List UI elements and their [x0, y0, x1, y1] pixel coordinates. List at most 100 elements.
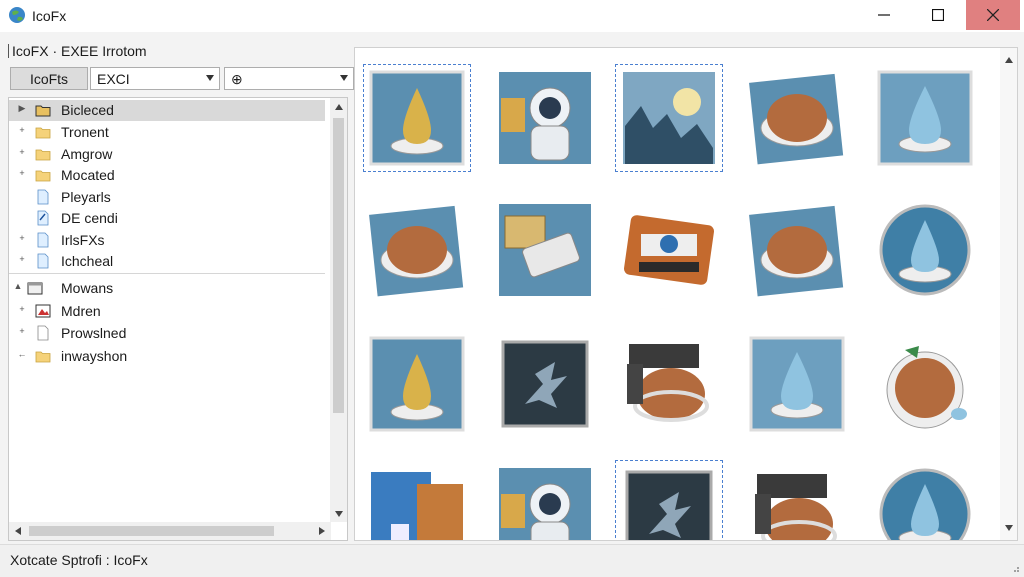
- water-drop-icon: [749, 336, 845, 432]
- tree-item-label: Mocated: [61, 167, 115, 183]
- tree-expander-icon[interactable]: +: [17, 254, 27, 264]
- tree-item-label: Mowans: [61, 280, 114, 296]
- water-drop-icon: [877, 70, 973, 166]
- tree-item-label: inwayshon: [61, 348, 128, 364]
- close-button[interactable]: [966, 0, 1020, 30]
- scroll-left-button[interactable]: [9, 522, 27, 540]
- flame-droplet-icon: [369, 70, 465, 166]
- tree-item[interactable]: Pleyarls: [9, 187, 325, 208]
- gallery-item[interactable]: [615, 64, 723, 172]
- image-icon: [35, 304, 51, 318]
- gallery-item[interactable]: [495, 464, 595, 540]
- gallery-item[interactable]: [495, 200, 595, 300]
- tree-item[interactable]: + Mocated: [9, 165, 325, 186]
- gallery-item[interactable]: [747, 200, 847, 300]
- tree-expander-icon[interactable]: +: [17, 168, 27, 178]
- target-icon: ⊕: [231, 71, 243, 87]
- tree-expander-icon[interactable]: +: [17, 147, 27, 157]
- bread-bowl-icon: [749, 73, 844, 165]
- gallery-item[interactable]: [367, 200, 467, 300]
- scroll-thumb[interactable]: [333, 118, 344, 413]
- folder-icon: [35, 351, 51, 363]
- gallery-item[interactable]: [367, 464, 467, 540]
- folder-tree[interactable]: ▶ Bicleced + Tronent + Amgrow + Mocated Pleyarls…: [8, 97, 348, 541]
- chevron-down-icon: [334, 510, 343, 517]
- tree-item[interactable]: + Tronent: [9, 122, 325, 143]
- scroll-down-button[interactable]: [1000, 522, 1017, 534]
- tree-item-label: Bicleced: [61, 102, 114, 118]
- folder-icon: [35, 149, 51, 161]
- chevron-right-icon: [319, 527, 325, 535]
- chevron-down-icon: [340, 75, 348, 81]
- flame-droplet-icon: [369, 336, 465, 432]
- chevron-left-icon: [15, 527, 21, 535]
- gallery-scrollbar[interactable]: [1000, 48, 1017, 540]
- shatter-icon: [625, 470, 713, 540]
- minimize-icon: [878, 14, 890, 16]
- tree-expander-icon[interactable]: ▶: [17, 103, 27, 114]
- maximize-button[interactable]: [916, 0, 960, 30]
- tree-item[interactable]: + IrlsFXs: [9, 230, 325, 251]
- tree-expander-icon[interactable]: +: [17, 125, 27, 135]
- gallery-item[interactable]: [619, 334, 719, 434]
- tree-expander-icon[interactable]: +: [17, 304, 27, 314]
- status-bar: Xotcate Sptrofi : IcoFx: [0, 544, 1024, 577]
- tree-expander-icon[interactable]: +: [17, 233, 27, 243]
- gallery-item[interactable]: [747, 334, 847, 434]
- icon-gallery[interactable]: [354, 47, 1018, 541]
- resize-grip-icon[interactable]: [1010, 563, 1020, 573]
- close-icon: [987, 9, 999, 21]
- filter-dropdown[interactable]: ⊕: [224, 67, 354, 90]
- tree-expander-icon[interactable]: ←: [17, 349, 27, 359]
- status-text: Xotcate Sptrofi : IcoFx: [10, 552, 148, 568]
- gallery-item[interactable]: [747, 464, 847, 540]
- astronaut-icon: [499, 72, 591, 164]
- scroll-thumb[interactable]: [29, 526, 274, 536]
- tree-expander-icon[interactable]: ▲: [13, 281, 23, 291]
- gallery-item[interactable]: [875, 464, 975, 540]
- gallery-item[interactable]: [747, 68, 847, 168]
- file-check-icon: [37, 210, 49, 226]
- breadcrumb: IcoFX · EXEE Irrotom: [0, 40, 350, 62]
- tree-item[interactable]: ▲ Mowans: [9, 278, 325, 299]
- gallery-item[interactable]: [875, 334, 975, 434]
- gallery-item[interactable]: [615, 460, 723, 540]
- scroll-right-button[interactable]: [313, 522, 331, 540]
- gallery-item[interactable]: [363, 64, 471, 172]
- tree-item[interactable]: + Prowslned: [9, 323, 325, 344]
- tree-vertical-scrollbar[interactable]: [330, 98, 347, 522]
- gallery-item[interactable]: [495, 68, 595, 168]
- scroll-up-button[interactable]: [1000, 54, 1017, 66]
- water-drop-round-icon: [879, 468, 971, 540]
- chip-bread-icon: [627, 344, 709, 422]
- gallery-item[interactable]: [875, 68, 975, 168]
- tree-expander-icon[interactable]: +: [17, 326, 27, 336]
- toolbar: IcoFts EXCI ⊕: [8, 65, 354, 92]
- folder-icon: [35, 127, 51, 139]
- tree-item[interactable]: ▶ Bicleced: [9, 100, 325, 121]
- tree-item[interactable]: + Ichcheal: [9, 251, 325, 272]
- tree-item-label: Mdren: [61, 303, 101, 319]
- chip-bread-icon: [755, 474, 837, 540]
- tree-horizontal-scrollbar[interactable]: [9, 522, 331, 540]
- minimize-button[interactable]: [862, 0, 906, 30]
- tree-item-label: DE cendi: [61, 210, 118, 226]
- tree-item[interactable]: DE cendi: [9, 208, 325, 229]
- maximize-icon: [932, 9, 944, 21]
- gallery-item[interactable]: [495, 334, 595, 434]
- tree-item[interactable]: ← inwayshon: [9, 346, 325, 367]
- tree-item[interactable]: + Amgrow: [9, 144, 325, 165]
- shatter-icon: [501, 340, 589, 428]
- scroll-up-button[interactable]: [330, 98, 347, 115]
- tree-item-label: Amgrow: [61, 146, 113, 162]
- bread-bowl-icon: [369, 205, 464, 297]
- scroll-down-button[interactable]: [330, 505, 347, 522]
- icofts-button[interactable]: IcoFts: [10, 67, 88, 90]
- tree-item[interactable]: + Mdren: [9, 301, 325, 322]
- format-dropdown[interactable]: EXCI: [90, 67, 220, 90]
- usb-drive-icon: [499, 204, 591, 296]
- tree-item-label: Ichcheal: [61, 253, 114, 269]
- gallery-item[interactable]: [875, 200, 975, 300]
- gallery-item[interactable]: [619, 200, 719, 300]
- gallery-item[interactable]: [367, 334, 467, 434]
